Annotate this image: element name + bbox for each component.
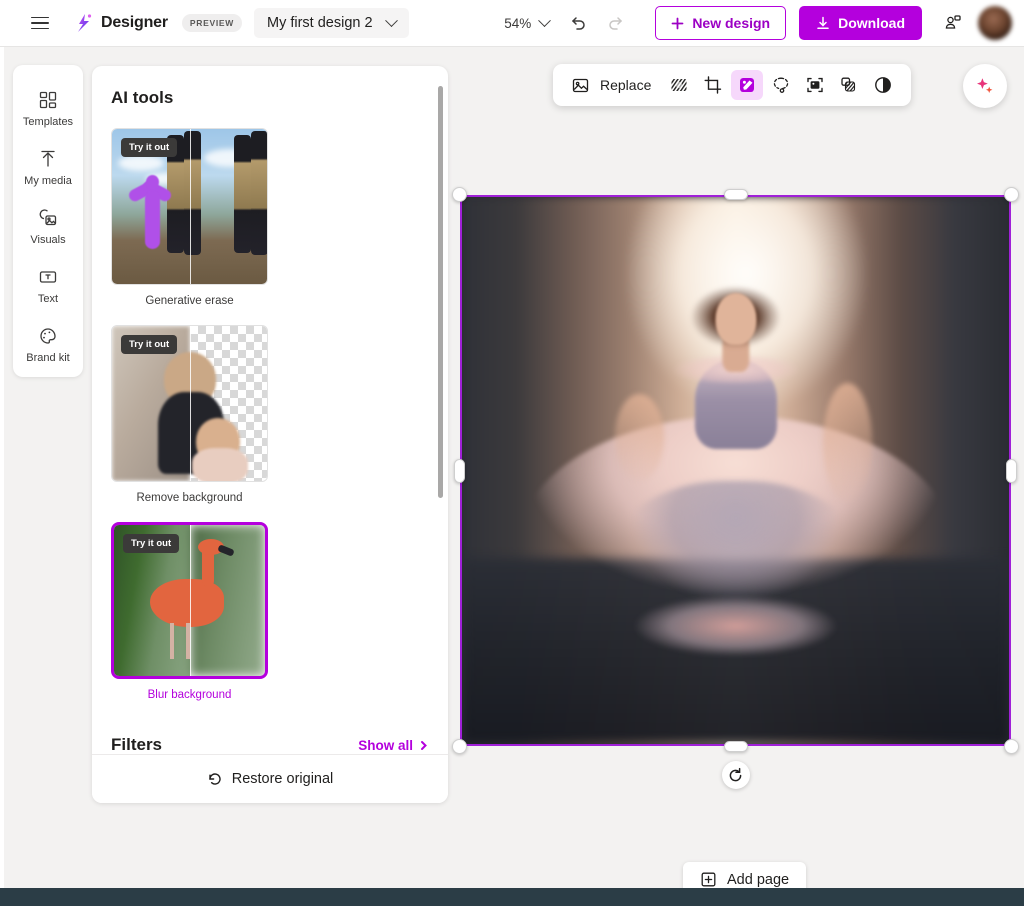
new-design-button[interactable]: New design: [655, 6, 786, 40]
panel-scrollbar[interactable]: [438, 86, 443, 498]
resize-handle-bottom-right[interactable]: [1004, 739, 1019, 754]
sidebar-item-brand-kit[interactable]: Brand kit: [15, 318, 81, 373]
designer-logo-icon: [72, 12, 94, 34]
sidebar-item-label: Text: [38, 293, 58, 305]
app-header: Designer PREVIEW My first design 2 54%: [0, 0, 1024, 47]
image-context-toolbar: Replace: [553, 64, 911, 106]
rotate-handle[interactable]: [722, 761, 750, 789]
sidebar-item-templates[interactable]: Templates: [15, 81, 81, 136]
rotate-icon: [727, 767, 744, 784]
chevron-down-icon: [385, 14, 398, 27]
show-all-label: Show all: [358, 738, 413, 753]
chevron-down-icon: [538, 14, 551, 27]
zoom-control[interactable]: 54%: [496, 10, 557, 37]
undo-icon[interactable]: [561, 6, 595, 40]
resize-handle-bottom[interactable]: [724, 741, 748, 752]
replace-label: Replace: [600, 77, 651, 93]
resize-handle-top[interactable]: [724, 189, 748, 200]
restore-original-label: Restore original: [232, 771, 334, 787]
sidebar-item-label: Templates: [23, 116, 73, 128]
filters-header: Filters Show all: [111, 735, 429, 754]
sidebar-item-label: Brand kit: [26, 352, 69, 364]
text-box-icon: [38, 267, 58, 287]
try-it-out-badge: Try it out: [121, 335, 177, 354]
tool-thumbnail: Try it out: [111, 128, 268, 285]
download-button[interactable]: Download: [799, 6, 922, 40]
filters-title: Filters: [111, 735, 162, 754]
contrast-adjust-icon[interactable]: [867, 70, 899, 100]
redo-icon[interactable]: [599, 6, 633, 40]
tool-label: Blur background: [111, 689, 268, 701]
design-name-dropdown[interactable]: My first design 2: [254, 8, 409, 38]
ai-tools-grid: Try it out Generative erase: [111, 128, 429, 701]
lasso-select-icon[interactable]: [765, 70, 797, 100]
design-name-text: My first design 2: [267, 15, 373, 31]
image-replace-icon: [571, 76, 590, 95]
sidebar-item-label: Visuals: [30, 234, 65, 246]
new-design-label: New design: [692, 15, 770, 31]
ai-tool-card-remove-background[interactable]: Try it out Remove background: [111, 325, 268, 504]
resize-handle-bottom-left[interactable]: [452, 739, 467, 754]
chevron-right-icon: [418, 740, 429, 751]
editing-panel: AI tools: [92, 66, 448, 803]
zoom-level-value: 54%: [504, 16, 531, 31]
remove-background-icon[interactable]: [833, 70, 865, 100]
ai-tool-card-generative-erase[interactable]: Try it out Generative erase: [111, 128, 268, 307]
sidebar-item-text[interactable]: Text: [15, 259, 81, 314]
visuals-image-icon: [38, 208, 58, 228]
tool-thumbnail: Try it out: [111, 325, 268, 482]
sidebar-item-visuals[interactable]: Visuals: [15, 199, 81, 254]
user-avatar[interactable]: [978, 6, 1012, 40]
sidebar-item-my-media[interactable]: My media: [15, 140, 81, 195]
try-it-out-badge: Try it out: [121, 138, 177, 157]
brand-logo-group: Designer: [72, 12, 168, 34]
upload-arrow-icon: [38, 149, 58, 169]
panel-scroll-area: AI tools: [92, 66, 448, 754]
tool-label: Generative erase: [111, 295, 268, 307]
restore-icon: [207, 771, 223, 787]
tool-thumbnail: Try it out: [111, 522, 268, 679]
resize-image-icon[interactable]: [799, 70, 831, 100]
templates-grid-icon: [38, 90, 58, 110]
ai-sparkle-icon: [974, 75, 996, 97]
resize-handle-top-right[interactable]: [1004, 187, 1019, 202]
tool-label: Remove background: [111, 492, 268, 504]
canvas-image[interactable]: [460, 195, 1011, 746]
share-people-icon[interactable]: [938, 8, 968, 38]
preview-badge: PREVIEW: [182, 14, 242, 32]
hamburger-menu-icon[interactable]: [22, 5, 58, 41]
ai-tool-card-blur-background[interactable]: Try it out Blur background: [111, 522, 268, 701]
add-page-icon: [700, 871, 717, 888]
designer-app: Designer PREVIEW My first design 2 54%: [0, 0, 1024, 906]
show-all-filters-button[interactable]: Show all: [358, 738, 429, 753]
selected-image-element[interactable]: [460, 195, 1011, 746]
try-it-out-badge: Try it out: [123, 534, 179, 553]
sidebar-item-label: My media: [24, 175, 72, 187]
ai-sparkle-button[interactable]: [963, 64, 1007, 108]
ai-tools-title: AI tools: [111, 88, 429, 108]
palette-icon: [38, 326, 58, 346]
os-taskbar: [0, 888, 1024, 906]
panel-content: AI tools: [92, 66, 448, 754]
image-edit-icon[interactable]: [731, 70, 763, 100]
restore-original-button[interactable]: Restore original: [92, 754, 448, 803]
resize-handle-top-left[interactable]: [452, 187, 467, 202]
download-label: Download: [838, 15, 905, 31]
crop-icon[interactable]: [697, 70, 729, 100]
brand-name: Designer: [101, 14, 168, 32]
left-sidebar-rail: Templates My media Visuals Text: [13, 65, 83, 377]
left-edge-strip: [0, 47, 4, 888]
add-page-label: Add page: [727, 872, 789, 888]
canvas-image-artwork: [462, 197, 1009, 744]
replace-button[interactable]: Replace: [565, 70, 661, 101]
header-actions: 54% New design: [496, 6, 1012, 40]
resize-handle-right[interactable]: [1006, 459, 1017, 483]
resize-handle-left[interactable]: [454, 459, 465, 483]
effects-texture-icon[interactable]: [663, 70, 695, 100]
